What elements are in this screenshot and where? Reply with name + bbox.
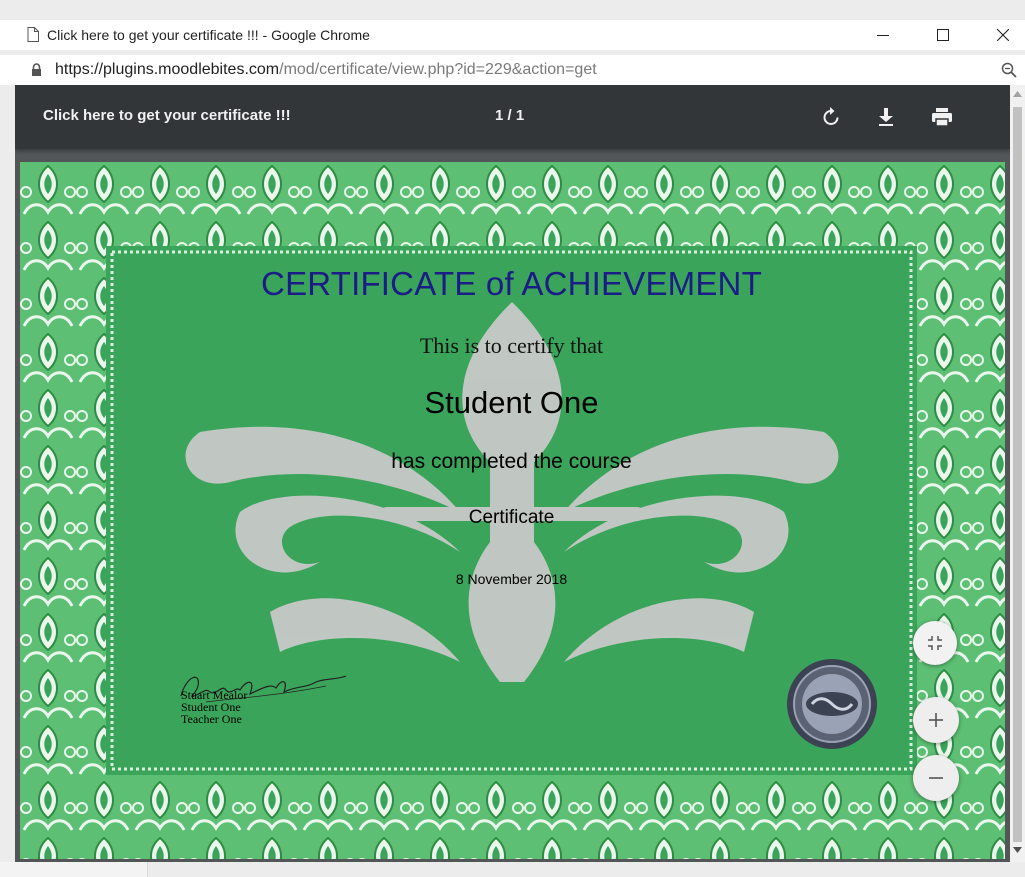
url-host: https://plugins.moodlebites.com xyxy=(55,61,280,78)
pdf-page: CERTIFICATE of ACHIEVEMENT This is to ce… xyxy=(20,162,1005,859)
signatory-3: Teacher One xyxy=(181,712,242,726)
zoom-out-button[interactable] xyxy=(913,755,959,801)
vertical-scrollbar[interactable] xyxy=(1010,85,1025,862)
pdf-viewer: Click here to get your certificate !!! 1… xyxy=(15,85,1010,862)
minimize-button[interactable] xyxy=(860,20,906,50)
close-button[interactable] xyxy=(980,20,1025,50)
rotate-button[interactable] xyxy=(819,105,843,129)
document-title: Click here to get your certificate !!! xyxy=(43,107,291,124)
maximize-button[interactable] xyxy=(920,20,966,50)
window-title: Click here to get your certificate !!! -… xyxy=(47,27,370,43)
title-bar: Click here to get your certificate !!! -… xyxy=(0,20,1025,50)
zoom-in-button[interactable] xyxy=(913,697,959,743)
browser-window: Click here to get your certificate !!! -… xyxy=(0,0,1025,877)
certify-line: This is to certify that xyxy=(419,333,604,358)
print-button[interactable] xyxy=(930,105,954,129)
certificate-body: CERTIFICATE of ACHIEVEMENT This is to ce… xyxy=(121,261,902,760)
rotate-icon xyxy=(823,107,839,125)
certificate-heading: CERTIFICATE of ACHIEVEMENT xyxy=(261,265,762,302)
status-area xyxy=(0,862,148,877)
student-name: Student One xyxy=(424,385,599,420)
close-icon xyxy=(997,29,1009,41)
minimize-icon xyxy=(877,35,889,36)
pdf-toolbar: Click here to get your certificate !!! 1… xyxy=(15,85,1010,149)
fit-to-page-icon xyxy=(928,636,942,650)
magnifier-icon[interactable] xyxy=(1001,62,1017,78)
url-path: /mod/certificate/view.php?id=229&action=… xyxy=(279,61,597,78)
page-icon xyxy=(27,27,39,42)
fit-to-page-button[interactable] xyxy=(913,621,957,665)
certificate-date: 8 November 2018 xyxy=(455,571,568,587)
scroll-down-icon[interactable] xyxy=(1013,847,1022,853)
completed-line: has completed the course xyxy=(391,450,632,473)
print-icon xyxy=(932,108,952,127)
address-bar[interactable]: https://plugins.moodlebites.com/mod/cert… xyxy=(0,55,1025,85)
scroll-up-icon[interactable] xyxy=(1013,91,1022,97)
download-button[interactable] xyxy=(874,105,898,129)
url-text[interactable]: https://plugins.moodlebites.com/mod/cert… xyxy=(55,61,597,79)
course-name: Certificate xyxy=(468,507,555,528)
maximize-icon xyxy=(937,29,949,41)
seal-icon xyxy=(787,659,877,749)
signature-block: Stuart Mealor Student One Teacher One xyxy=(181,689,247,725)
page-counter: 1 / 1 xyxy=(495,107,525,124)
lock-icon xyxy=(32,63,41,76)
scrollbar-thumb[interactable] xyxy=(1013,107,1022,842)
download-icon xyxy=(879,108,893,126)
minus-icon xyxy=(929,777,943,779)
plus-icon xyxy=(929,713,943,727)
